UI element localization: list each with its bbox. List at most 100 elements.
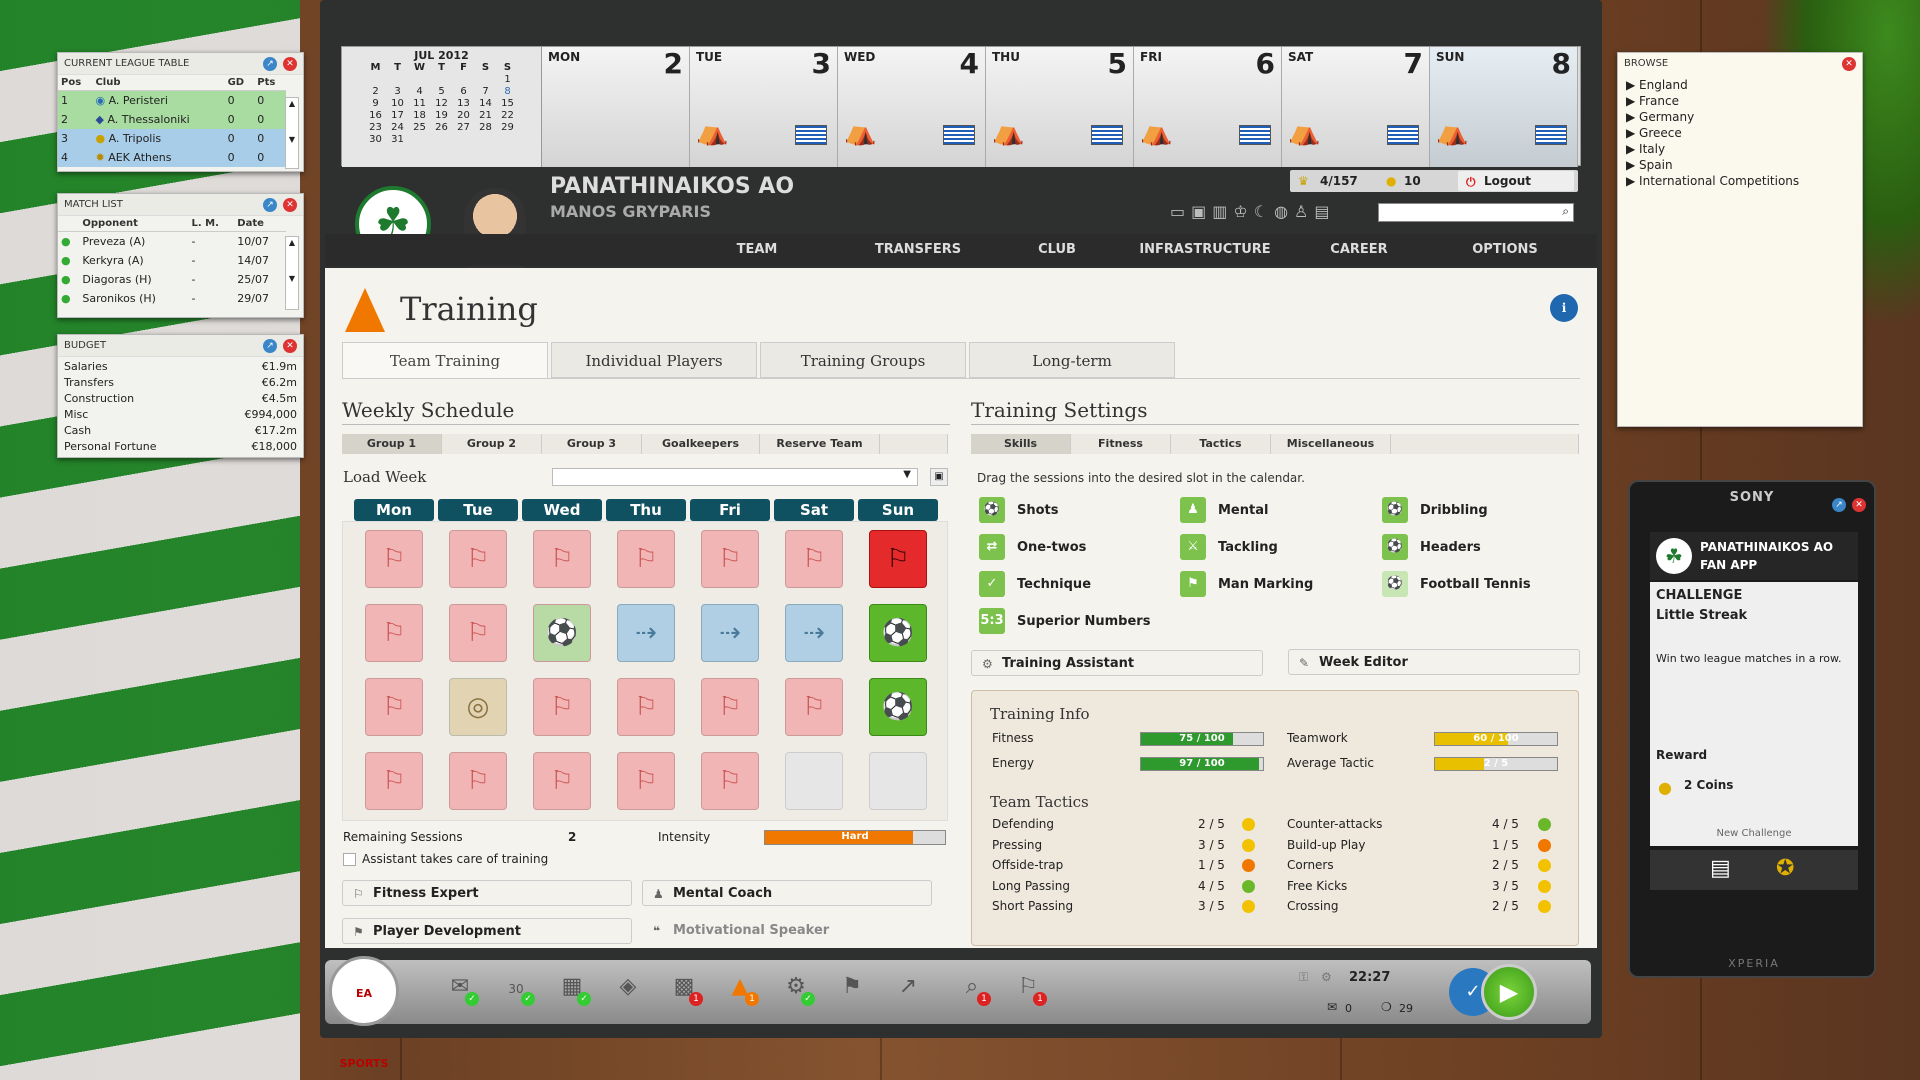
skill-superior-numbers[interactable]: 5:3 Superior Numbers xyxy=(979,608,1150,634)
mini-calendar-day[interactable]: 20 xyxy=(453,110,475,122)
training-session-slot[interactable]: ⚐ xyxy=(365,678,423,736)
mini-calendar-day[interactable]: 7 xyxy=(475,86,497,98)
mini-calendar-day[interactable] xyxy=(365,74,387,86)
browse-item[interactable]: ▶ International Competitions xyxy=(1626,173,1854,189)
browse-item[interactable]: ▶ Greece xyxy=(1626,125,1854,141)
mini-calendar-day[interactable]: 14 xyxy=(475,98,497,110)
training-session-slot[interactable]: ⚐ xyxy=(617,530,675,588)
training-session-slot[interactable]: ⚽ xyxy=(869,604,927,662)
training-session-slot[interactable]: ⚐ xyxy=(449,530,507,588)
skill-mental[interactable]: ♟ Mental xyxy=(1180,497,1268,523)
table-row[interactable]: 3 ● A. Tripolis 0 0 xyxy=(58,128,286,148)
mini-calendar-day[interactable]: 4 xyxy=(409,86,431,98)
mini-calendar-day[interactable]: 21 xyxy=(475,110,497,122)
search-box[interactable]: ⌕ xyxy=(1378,203,1574,222)
browse-item[interactable]: ▶ Italy xyxy=(1626,141,1854,157)
group-tab-1[interactable]: Group 1 xyxy=(342,434,442,454)
mini-calendar-day[interactable]: 5 xyxy=(431,86,453,98)
training-session-slot[interactable]: ⚽ xyxy=(533,604,591,662)
medal-icon[interactable]: ✪ xyxy=(1776,856,1794,881)
table-row[interactable]: 1 ◉ A. Peristeri 0 0 xyxy=(58,90,286,110)
mini-calendar-day[interactable]: 17 xyxy=(387,110,409,122)
mini-calendar-day[interactable]: 29 xyxy=(497,122,519,134)
training-session-slot[interactable]: ⚐ xyxy=(449,752,507,810)
table-row[interactable]: 4 ✹ AEK Athens 0 0 xyxy=(58,147,286,167)
training-session-slot[interactable]: ⚐ xyxy=(617,678,675,736)
training-cone-icon[interactable]: ▲ 1 xyxy=(723,974,759,1006)
skill-football-tennis[interactable]: ⚽ Football Tennis xyxy=(1382,571,1531,597)
nav-career[interactable]: CAREER xyxy=(1309,242,1409,257)
settings-icon[interactable]: ⚙ ✓ xyxy=(779,974,815,1006)
training-session-slot[interactable]: ⚐ xyxy=(701,530,759,588)
tab-individual-players[interactable]: Individual Players xyxy=(551,342,757,378)
calendar-day-wed[interactable]: WED 4 ⛺ xyxy=(838,47,986,167)
group-tab-reserve[interactable]: Reserve Team xyxy=(760,434,880,454)
close-icon[interactable]: ✕ xyxy=(283,57,297,71)
assistant-checkbox[interactable] xyxy=(343,853,356,866)
training-session-slot[interactable]: ⚐ xyxy=(449,604,507,662)
mini-calendar-day[interactable] xyxy=(475,74,497,86)
stats-icon[interactable]: ▥ xyxy=(1212,202,1233,221)
mini-calendar-day[interactable]: 16 xyxy=(365,110,387,122)
calendar-day-fri[interactable]: FRI 6 ⛺ xyxy=(1134,47,1282,167)
save-week-icon[interactable]: ▣ xyxy=(930,468,948,486)
scout-icon[interactable]: ⚐ 1 xyxy=(1011,974,1047,1006)
new-challenge-button[interactable]: New Challenge xyxy=(1650,828,1858,839)
settings-tab-skills[interactable]: Skills xyxy=(971,434,1071,454)
skill-tackling[interactable]: ⚔ Tackling xyxy=(1180,534,1278,560)
tactics-icon[interactable]: ▦ ✓ xyxy=(555,974,591,1006)
screen-icon[interactable]: ▣ xyxy=(1191,202,1212,221)
trophy-icon[interactable]: ♔ xyxy=(1233,202,1253,221)
training-session-slot[interactable]: ⚐ xyxy=(533,752,591,810)
training-session-slot[interactable]: ⚐ xyxy=(785,530,843,588)
mini-calendar-day[interactable] xyxy=(409,74,431,86)
skill-shots[interactable]: ⚽ Shots xyxy=(979,497,1059,523)
group-tab-3[interactable]: Group 3 xyxy=(542,434,642,454)
nav-infrastructure[interactable]: INFRASTRUCTURE xyxy=(1135,242,1275,257)
logout-button[interactable]: ⏻ Logout xyxy=(1458,171,1574,191)
table-row[interactable]: ● Saronikos (H) -29/07 xyxy=(58,289,286,308)
finance-icon[interactable]: ◈ xyxy=(611,974,645,1004)
tab-training-groups[interactable]: Training Groups xyxy=(760,342,966,378)
flag-icon[interactable]: ⚑ xyxy=(835,974,869,1004)
mini-calendar-day[interactable]: 9 xyxy=(365,98,387,110)
training-session-slot[interactable]: ⚐ xyxy=(869,530,927,588)
browse-item[interactable]: ▶ Spain xyxy=(1626,157,1854,173)
arrow-icon[interactable]: ↗ xyxy=(891,974,925,1004)
mini-calendar-day[interactable]: 22 xyxy=(497,110,519,122)
training-session-slot[interactable]: ⚐ xyxy=(365,752,423,810)
calendar-day-sun[interactable]: SUN 8 ⛺ xyxy=(1430,47,1578,167)
tab-long-term[interactable]: Long-term xyxy=(969,342,1175,378)
expand-icon[interactable]: ↗ xyxy=(263,57,277,71)
skill-dribbling[interactable]: ⚽ Dribbling xyxy=(1382,497,1488,523)
expand-icon[interactable]: ↗ xyxy=(263,198,277,212)
table-row[interactable]: 2 ◆ A. Thessaloniki 0 0 xyxy=(58,109,286,129)
mini-calendar-day[interactable]: 13 xyxy=(453,98,475,110)
training-session-slot[interactable]: ⚽ xyxy=(869,678,927,736)
search-input[interactable] xyxy=(1379,204,1549,221)
training-session-slot[interactable]: ⚐ xyxy=(617,752,675,810)
calendar-day-thu[interactable]: THU 5 ⛺ xyxy=(986,47,1134,167)
mail-icon[interactable]: ✉ ✓ xyxy=(443,974,479,1006)
motivational-speaker-button[interactable]: ❝ Motivational Speaker xyxy=(642,917,932,943)
mini-calendar-day[interactable]: 25 xyxy=(409,122,431,134)
moon-icon[interactable]: ☾ xyxy=(1254,202,1274,221)
calendar-icon[interactable]: 30 ✓ xyxy=(499,974,535,1006)
training-session-slot[interactable]: ⚐ xyxy=(533,678,591,736)
calendar-day-mon[interactable]: MON 2 xyxy=(542,47,690,167)
scrollbar[interactable]: ▲ ▼ xyxy=(285,236,299,310)
training-session-slot[interactable]: ⚐ xyxy=(365,604,423,662)
lock-icon[interactable]: ⚿ xyxy=(1299,970,1308,985)
gear-icon[interactable]: ⚙ xyxy=(1321,970,1332,984)
training-session-slot[interactable]: ⇢ xyxy=(617,604,675,662)
mini-calendar-day[interactable]: 19 xyxy=(431,110,453,122)
close-icon[interactable]: ✕ xyxy=(1842,57,1856,71)
settings-tab-tactics[interactable]: Tactics xyxy=(1171,434,1271,454)
mini-calendar-day[interactable]: 30 xyxy=(365,134,387,146)
table-row[interactable]: ● Kerkyra (A) -14/07 xyxy=(58,251,286,270)
info-button[interactable]: i xyxy=(1550,294,1578,322)
skill-headers[interactable]: ⚽ Headers xyxy=(1382,534,1481,560)
calendar-day-tue[interactable]: TUE 3 ⛺ xyxy=(690,47,838,167)
mini-calendar-day[interactable] xyxy=(387,74,409,86)
training-assistant-button[interactable]: ⚙ Training Assistant xyxy=(971,650,1263,676)
